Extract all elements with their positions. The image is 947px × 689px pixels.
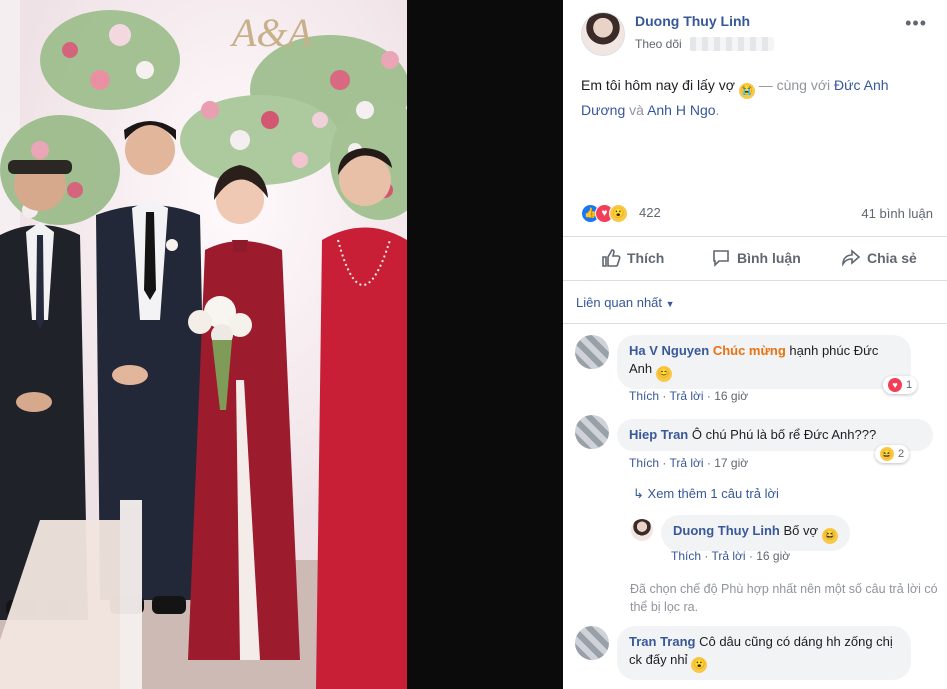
comment-like-link[interactable]: Thích (629, 389, 659, 403)
filter-notice: Đã chọn chế độ Phù hợp nhất nên một số c… (630, 582, 938, 614)
action-bar: Thích Bình luận Chia sẻ (563, 236, 947, 280)
comment-reply-link[interactable]: Trả lời (669, 456, 703, 470)
follow-row: Theo dõi (635, 37, 774, 51)
commenter-name[interactable]: Ha V Nguyen (629, 343, 709, 358)
reply-arrow-icon: ↳ (633, 486, 644, 501)
divider (563, 323, 947, 324)
comment-item: Hiep Tran Ô chú Phú là bố rể Đức Anh??? … (575, 415, 945, 475)
smile-emoji-icon: 😊 (655, 366, 672, 382)
comment-like-link[interactable]: Thích (629, 456, 659, 470)
commenter-avatar[interactable] (575, 415, 609, 449)
post-photo[interactable]: A&A (0, 0, 407, 689)
haha-icon: 😆 (880, 447, 894, 461)
reply-item: Duong Thuy Linh Bố vợ 😆 Thích · Trả lời … (631, 515, 941, 567)
like-label: Thích (627, 250, 665, 266)
heart-icon: ♥ (888, 378, 902, 392)
reply-meta: Thích · Trả lời · 16 giờ (671, 549, 791, 563)
comment-time[interactable]: 17 giờ (714, 456, 748, 470)
reaction-summary[interactable]: 👍 ♥ 😮 422 41 bình luận (581, 204, 941, 224)
divider (563, 280, 947, 281)
comment-reaction-badge[interactable]: ♥ 1 (883, 376, 918, 394)
comment-text: Ô chú Phú là bố rể Đức Anh??? (691, 427, 877, 442)
reply-like-link[interactable]: Thích (671, 549, 701, 563)
view-more-replies[interactable]: ↳ Xem thêm 1 câu trả lời (633, 486, 779, 502)
comment-sort-dropdown[interactable]: Liên quan nhất ▼ (576, 295, 675, 310)
view-more-label: Xem thêm 1 câu trả lời (647, 486, 779, 501)
comment-reaction-count: 2 (898, 448, 905, 460)
caret-down-icon: ▼ (665, 299, 675, 309)
tagged-user-2[interactable]: Anh H Ngo (647, 102, 715, 118)
author-avatar[interactable] (581, 12, 625, 56)
share-button[interactable]: Chia sẻ (841, 248, 917, 268)
lightbox-backdrop (407, 0, 563, 689)
surprised-emoji-icon: 😮 (691, 657, 708, 673)
wow-reaction-icon: 😮 (609, 204, 628, 223)
laughing-emoji-icon: 😆 (821, 528, 838, 544)
with-label: — cùng với (758, 77, 831, 93)
crying-face-icon: 😭 (738, 83, 755, 99)
and-label: và (629, 102, 644, 118)
comment-meta: Thích · Trả lời · 16 giờ (629, 389, 749, 403)
thumbs-up-icon (602, 249, 621, 267)
comment-label: Bình luận (737, 250, 801, 266)
reply-time[interactable]: 16 giờ (756, 549, 790, 563)
reply-text: Bố vợ (783, 523, 819, 538)
caption-text: Em tôi hôm nay đi lấy vợ (581, 77, 735, 93)
sort-label: Liên quan nhất (576, 295, 663, 310)
replier-name[interactable]: Duong Thuy Linh (673, 523, 780, 538)
post-caption: Em tôi hôm nay đi lấy vợ 😭 — cùng với Đứ… (581, 77, 889, 118)
comment-button[interactable]: Bình luận (711, 248, 801, 268)
highlighted-word: Chúc mừng (712, 343, 786, 358)
commenter-avatar[interactable] (575, 335, 609, 369)
follow-link[interactable]: Theo dõi (635, 37, 682, 51)
like-button[interactable]: Thích (601, 248, 664, 268)
redacted-timestamp (689, 37, 774, 51)
share-icon (842, 249, 861, 267)
comment-meta: Thích · Trả lời · 17 giờ (629, 456, 749, 470)
comment-item: Ha V Nguyen Chúc mừng hạnh phúc Đức Anh … (575, 335, 945, 405)
share-label: Chia sẻ (867, 250, 917, 266)
author-name[interactable]: Duong Thuy Linh (635, 13, 750, 29)
commenter-name[interactable]: Tran Trang (629, 634, 695, 649)
comment-reaction-badge[interactable]: 😆 2 (875, 445, 910, 463)
reply-reply-link[interactable]: Trả lời (711, 549, 745, 563)
post-sidebar: Duong Thuy Linh Theo dõi ••• Em tôi hôm … (563, 0, 947, 689)
wedding-photo-illustration: A&A (0, 0, 407, 689)
monogram: A&A (229, 10, 313, 55)
more-dots-icon[interactable]: ••• (905, 14, 927, 32)
comment-reaction-count: 1 (906, 379, 913, 391)
post-header: Duong Thuy Linh Theo dõi ••• (581, 10, 941, 56)
comment-count[interactable]: 41 bình luận (861, 206, 933, 221)
comment-bubble: Ha V Nguyen Chúc mừng hạnh phúc Đức Anh … (617, 335, 911, 389)
reaction-count: 422 (639, 205, 661, 220)
commenter-name[interactable]: Hiep Tran (629, 427, 688, 442)
commenter-avatar[interactable] (575, 626, 609, 660)
comment-bubble: Tran Trang Cô dâu cũng có dáng hh zống c… (617, 626, 911, 680)
comment-item: Tran Trang Cô dâu cũng có dáng hh zống c… (575, 626, 945, 689)
comment-icon (713, 250, 729, 267)
comment-reply-link[interactable]: Trả lời (669, 389, 703, 403)
comment-time[interactable]: 16 giờ (714, 389, 748, 403)
reply-avatar[interactable] (631, 519, 653, 541)
reply-bubble: Duong Thuy Linh Bố vợ 😆 (661, 515, 850, 551)
